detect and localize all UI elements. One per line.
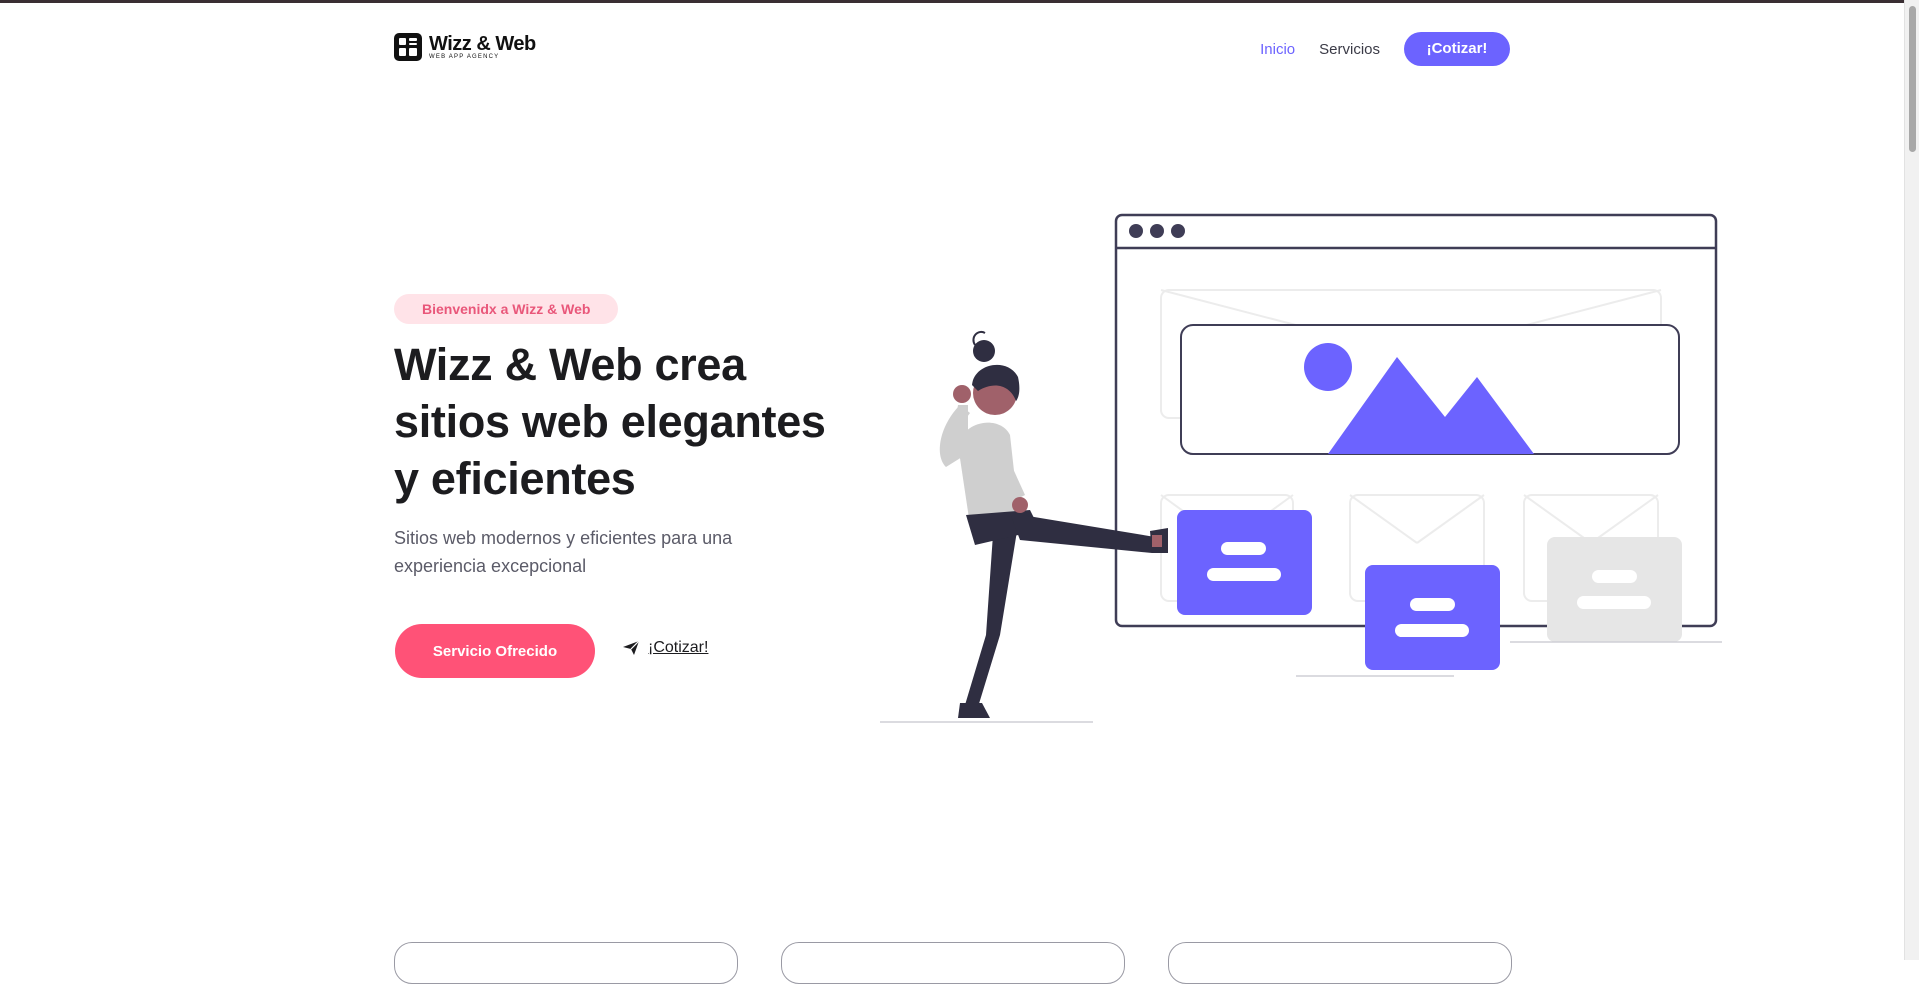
floating-card-3 <box>1547 537 1682 642</box>
logo-grid-icon <box>394 33 422 61</box>
brand-name: Wizz & Web <box>429 32 536 55</box>
servicio-ofrecido-button[interactable]: Servicio Ofrecido <box>395 624 595 678</box>
main-nav: Inicio Servicios ¡Cotizar! <box>1260 32 1510 66</box>
welcome-badge: Bienvenidx a Wizz & Web <box>394 294 619 324</box>
hero-subtitle: Sitios web modernos y eficientes para un… <box>394 528 733 576</box>
brand-tagline: WEB APP AGENCY <box>429 53 500 60</box>
service-card[interactable] <box>394 942 738 984</box>
hero-headline: Wizz & Web crea sitios web elegantes y e… <box>394 339 826 504</box>
service-card[interactable] <box>1168 942 1512 984</box>
floating-card-2 <box>1365 565 1500 670</box>
cotizar-link-label: ¡Cotizar! <box>648 639 709 656</box>
floating-card-1 <box>1177 510 1312 615</box>
brand-logo[interactable]: Wizz & Web WEB APP AGENCY <box>394 33 536 61</box>
nav-item-inicio[interactable]: Inicio <box>1260 41 1295 58</box>
page-scrollbar[interactable] <box>1904 0 1919 960</box>
hero-illustration <box>880 213 1722 723</box>
service-card[interactable] <box>781 942 1125 984</box>
browser-top-border <box>0 0 1919 3</box>
scrollbar-thumb[interactable] <box>1909 6 1916 152</box>
nav-cotizar-button[interactable]: ¡Cotizar! <box>1404 32 1510 66</box>
paper-plane-icon <box>623 640 640 655</box>
cotizar-link[interactable]: ¡Cotizar! <box>622 639 708 657</box>
nav-item-servicios[interactable]: Servicios <box>1319 41 1380 58</box>
